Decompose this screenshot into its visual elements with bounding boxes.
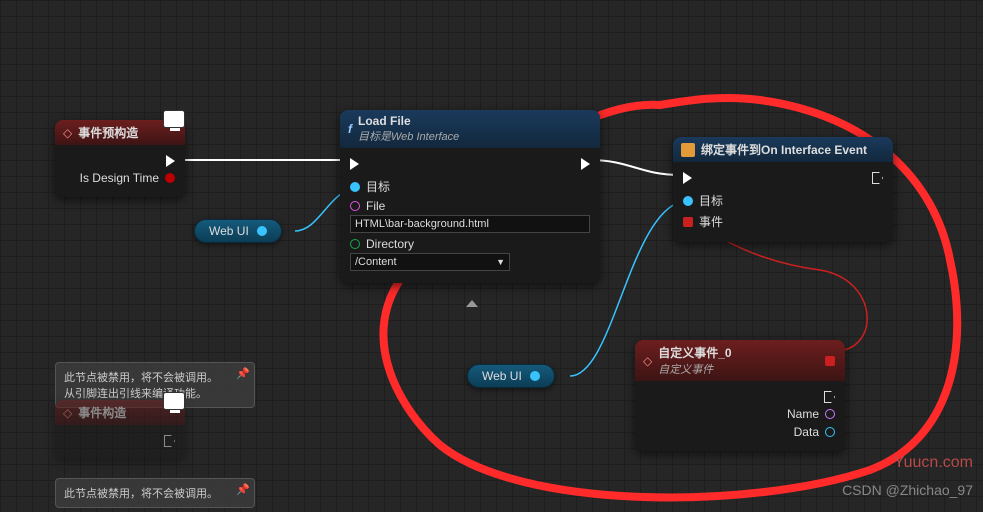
directory-dropdown[interactable]: /Content ▼ xyxy=(350,253,510,271)
output-pin[interactable] xyxy=(530,371,540,381)
event-icon: ◇ xyxy=(63,406,72,420)
node-load-file[interactable]: f Load File 目标是Web Interface 目标 File HTM… xyxy=(340,110,600,283)
expand-arrow-icon[interactable] xyxy=(466,300,478,307)
variable-pill-webui-2[interactable]: Web UI xyxy=(467,364,555,388)
event-icon: ◇ xyxy=(643,354,652,368)
input-pin-file[interactable]: File HTML\bar-background.html xyxy=(350,199,590,233)
event-icon: ◇ xyxy=(63,126,72,140)
variable-pill-webui-1[interactable]: Web UI xyxy=(194,219,282,243)
node-bind-event[interactable]: 绑定事件到On Interface Event 目标 事件 xyxy=(673,137,893,242)
node-title: 绑定事件到On Interface Event xyxy=(701,141,867,158)
node-header: ◇ 自定义事件_0 自定义事件 xyxy=(635,340,845,381)
node-event-preconstruct[interactable]: ◇ 事件预构造 Is Design Time xyxy=(55,120,185,197)
watermark-author: CSDN @Zhichao_97 xyxy=(842,482,973,498)
output-pin-data[interactable]: Data xyxy=(645,425,835,439)
node-header: 绑定事件到On Interface Event xyxy=(673,137,893,162)
chevron-down-icon: ▼ xyxy=(496,257,505,267)
node-title: 事件构造 xyxy=(78,404,126,421)
node-title: 自定义事件_0 xyxy=(658,344,731,361)
component-icon xyxy=(163,392,185,410)
input-pin-event[interactable]: 事件 xyxy=(683,213,883,230)
function-icon: f xyxy=(348,122,352,136)
node-title: Load File xyxy=(358,114,459,128)
exec-out-pin[interactable] xyxy=(872,172,883,184)
bind-icon xyxy=(681,143,695,157)
delegate-pin[interactable] xyxy=(825,356,835,366)
component-icon xyxy=(163,110,185,128)
exec-out-pin[interactable] xyxy=(65,435,175,447)
exec-in-pin[interactable] xyxy=(350,158,359,170)
file-input-field[interactable]: HTML\bar-background.html xyxy=(350,215,590,233)
exec-out-pin[interactable] xyxy=(65,155,175,167)
exec-in-pin[interactable] xyxy=(683,172,692,184)
disabled-node-tooltip: 此节点被禁用，将不会被调用。 📌 xyxy=(55,478,255,508)
variable-label: Web UI xyxy=(482,369,522,383)
variable-label: Web UI xyxy=(209,224,249,238)
exec-out-pin[interactable] xyxy=(645,391,835,403)
node-title: 事件预构造 xyxy=(78,124,138,141)
output-pin-isdesigntime[interactable]: Is Design Time xyxy=(65,171,175,185)
node-header: f Load File 目标是Web Interface xyxy=(340,110,600,148)
input-pin-directory[interactable]: Directory /Content ▼ xyxy=(350,237,590,271)
output-pin-name[interactable]: Name xyxy=(645,407,835,421)
input-pin-target[interactable]: 目标 xyxy=(350,178,590,195)
node-subtitle: 目标是Web Interface xyxy=(358,128,459,144)
input-pin-target[interactable]: 目标 xyxy=(683,192,883,209)
pin-icon: 📌 xyxy=(236,367,250,380)
exec-out-pin[interactable] xyxy=(581,158,590,170)
output-pin[interactable] xyxy=(257,226,267,236)
watermark-site: Yuucn.com xyxy=(894,454,973,472)
node-custom-event[interactable]: ◇ 自定义事件_0 自定义事件 Name Data xyxy=(635,340,845,451)
pin-icon: 📌 xyxy=(236,483,250,496)
node-subtitle: 自定义事件 xyxy=(658,361,731,377)
